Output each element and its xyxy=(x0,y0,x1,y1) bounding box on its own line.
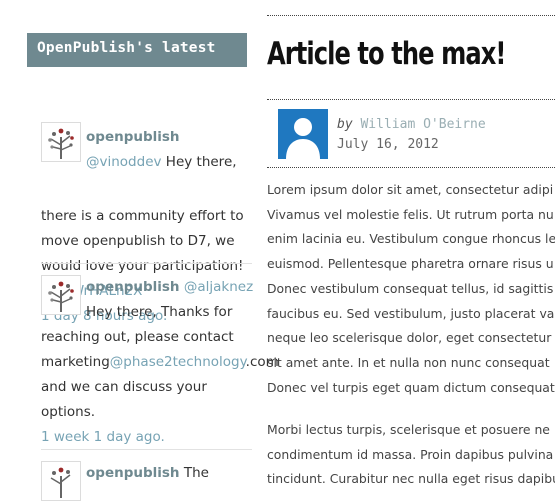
paragraph-line: Vivamus vel molestie felis. Ut rutrum po… xyxy=(267,206,554,222)
paragraph-line: enim lacinia eu. Vestibulum congue rhonc… xyxy=(267,231,555,247)
paragraph-line: Morbi lectus turpis, scelerisque et posu… xyxy=(267,422,550,437)
byline-prefix: by xyxy=(337,117,353,132)
paragraph-line: faucibus eu. Sed vestibulum, justo place… xyxy=(267,305,555,321)
tweet-text: reaching out, please contact xyxy=(41,329,234,345)
divider xyxy=(267,99,555,100)
divider xyxy=(267,15,555,16)
article-paragraph: Morbi lectus turpis, scelerisque et posu… xyxy=(267,418,555,492)
tweet-text: and we can discuss your xyxy=(41,379,207,395)
paragraph-line: Donec vel turpis eget quam dictum conseq… xyxy=(267,379,555,395)
tweet-timestamp[interactable]: 1 week 1 day ago. xyxy=(41,425,279,450)
tree-logo-icon[interactable] xyxy=(41,122,81,162)
tweet-item: openpublish The xyxy=(27,449,252,501)
article-byline: by William O'Beirne xyxy=(337,117,486,132)
divider xyxy=(267,167,555,168)
tweet-item: openpublish @aljaknez Hey there, Thanks … xyxy=(27,263,279,453)
tweet-text: The xyxy=(179,465,209,481)
tweet-mention[interactable]: @phase2technology xyxy=(110,354,246,370)
paragraph-line: condimentum id massa. Proin dapibus pulv… xyxy=(267,446,554,462)
tree-logo-icon[interactable] xyxy=(41,275,81,315)
tweet-username[interactable]: openpublish xyxy=(86,465,180,481)
tweet-item: openpublish @vinoddev Hey there, there i… xyxy=(27,67,247,324)
paragraph-line: sit amet ante. In et nulla non nunc cons… xyxy=(267,354,550,370)
tweet-username[interactable]: openpublish xyxy=(86,279,180,295)
sidebar-block-title: OpenPublish's latest xyxy=(27,33,247,67)
publish-date: July 16, 2012 xyxy=(337,137,439,152)
tweet-text: Hey there, xyxy=(161,154,237,170)
tweet-text: marketing xyxy=(41,354,110,370)
paragraph-line: neque leo scelerisque dolor, eget consec… xyxy=(267,330,552,346)
tweet-text: Hey there, Thanks for xyxy=(86,304,233,320)
article-paragraph: Lorem ipsum dolor sit amet, consectetur … xyxy=(267,178,555,400)
tweet-text: move openpublish to D7, we xyxy=(41,233,235,249)
user-silhouette-icon[interactable] xyxy=(278,109,328,159)
tweet-text: there is a community effort to xyxy=(41,208,244,224)
tweet-username[interactable]: openpublish xyxy=(86,129,180,145)
twitter-sidebar: OpenPublish's latest openpublish @vinodd… xyxy=(27,33,247,324)
tree-logo-icon[interactable] xyxy=(41,461,81,501)
article: Article to the max! by William O'Beirne … xyxy=(267,0,555,486)
paragraph-line: tincidunt. Curabitur nec nulla eget risu… xyxy=(267,471,555,487)
tweet-mention[interactable]: @aljaknez xyxy=(184,279,253,295)
article-title[interactable]: Article to the max! xyxy=(267,36,506,72)
tweet-text: options. xyxy=(41,404,96,420)
paragraph-line: euismod. Pellentesque pharetra ornare ri… xyxy=(267,256,554,272)
paragraph-line: Lorem ipsum dolor sit amet, consectetur … xyxy=(267,182,554,197)
tweet-mention[interactable]: @vinoddev xyxy=(86,154,162,170)
paragraph-line: Donec vestibulum consequat tellus, id sa… xyxy=(267,280,554,296)
author-link[interactable]: William O'Beirne xyxy=(360,117,485,132)
